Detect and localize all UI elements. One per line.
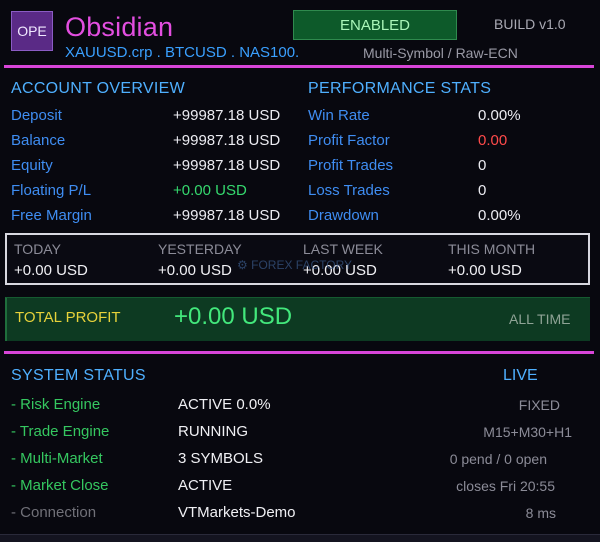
ea-dashboard-panel: OPE Obsidian XAUUSD.crp . BTCUSD . NAS10… — [0, 0, 600, 542]
account-value-deposit: +99987.18 USD — [173, 107, 281, 124]
perf-value-drawdown: 0.00% — [478, 207, 521, 224]
status-label-risk-engine: - Risk Engine — [11, 396, 101, 413]
status-value-risk-engine: ACTIVE 0.0% — [178, 396, 271, 413]
account-label-floating-pl: Floating P/L — [11, 182, 92, 199]
perf-label-loss-trades: Loss Trades — [308, 182, 390, 199]
period-value-this-month: +0.00 USD — [448, 262, 522, 279]
status-value-trade-engine: RUNNING — [178, 423, 248, 440]
status-right-risk-engine: FIXED — [518, 397, 560, 413]
status-label-trade-engine: - Trade Engine — [11, 423, 110, 440]
period-value-today: +0.00 USD — [14, 262, 88, 279]
perf-label-drawdown: Drawdown — [308, 207, 379, 224]
account-value-free-margin: +99987.18 USD — [173, 207, 281, 224]
watermark-gear-icon: ⚙ — [237, 258, 248, 272]
total-profit-box: TOTAL PROFIT +0.00 USD ALL TIME — [5, 297, 590, 341]
status-value-multi-market: 3 SYMBOLS — [178, 450, 264, 467]
period-label-yesterday: YESTERDAY — [158, 241, 242, 257]
status-value-market-close: ACTIVE — [178, 477, 233, 494]
account-value-equity: +99987.18 USD — [173, 157, 281, 174]
build-version: BUILD v1.0 — [494, 16, 566, 32]
system-divider — [4, 351, 594, 354]
status-right-multi-market: 0 pend / 0 open — [449, 451, 547, 467]
account-label-balance: Balance — [11, 132, 66, 149]
period-label-today: TODAY — [14, 241, 61, 257]
performance-stats-heading: PERFORMANCE STATS — [308, 80, 492, 97]
status-label-market-close: - Market Close — [11, 477, 109, 494]
period-label-this-month: THIS MONTH — [448, 241, 536, 257]
enabled-toggle-button[interactable]: ENABLED — [293, 10, 457, 40]
account-value-floating-pl: +0.00 USD — [173, 182, 247, 199]
status-label-multi-market: - Multi-Market — [11, 450, 103, 467]
status-right-trade-engine: M15+M30+H1 — [483, 424, 572, 440]
symbol-list: XAUUSD.crp . BTCUSD . NAS100. — [65, 44, 300, 61]
perf-label-profit-factor: Profit Factor — [308, 132, 390, 149]
perf-value-profit-trades: 0 — [478, 157, 487, 174]
watermark-text: FOREX FACTORY — [251, 258, 353, 272]
perf-value-profit-factor: 0.00 — [478, 132, 508, 149]
header-divider — [4, 65, 594, 68]
total-profit-value: +0.00 USD — [174, 303, 293, 330]
enabled-label: ENABLED — [339, 16, 411, 34]
status-value-connection: VTMarkets-Demo — [178, 504, 296, 521]
status-label-connection: - Connection — [11, 504, 97, 521]
app-title: Obsidian — [65, 12, 174, 42]
perf-label-win-rate: Win Rate — [308, 107, 370, 124]
system-status-heading: SYSTEM STATUS — [11, 367, 146, 384]
perf-value-loss-trades: 0 — [478, 182, 487, 199]
mode-label: Multi-Symbol / Raw-ECN — [363, 45, 518, 61]
account-label-free-margin: Free Margin — [11, 207, 92, 224]
total-profit-label: TOTAL PROFIT — [15, 309, 121, 326]
status-right-connection: 8 ms — [525, 505, 556, 521]
total-profit-range: ALL TIME — [509, 311, 571, 327]
status-right-market-close: closes Fri 20:55 — [456, 478, 555, 494]
account-value-balance: +99987.18 USD — [173, 132, 281, 149]
account-overview-heading: ACCOUNT OVERVIEW — [11, 80, 186, 97]
live-indicator: LIVE — [503, 367, 538, 384]
account-label-deposit: Deposit — [11, 107, 62, 124]
logo-text: OPE — [17, 23, 47, 39]
period-value-yesterday: +0.00 USD — [158, 262, 232, 279]
account-label-equity: Equity — [11, 157, 53, 174]
forex-factory-watermark: ⚙ FOREX FACTORY — [237, 258, 352, 272]
period-label-last-week: LAST WEEK — [303, 241, 383, 257]
perf-label-profit-trades: Profit Trades — [308, 157, 394, 174]
perf-value-win-rate: 0.00% — [478, 107, 521, 124]
logo-badge: OPE — [11, 11, 53, 51]
